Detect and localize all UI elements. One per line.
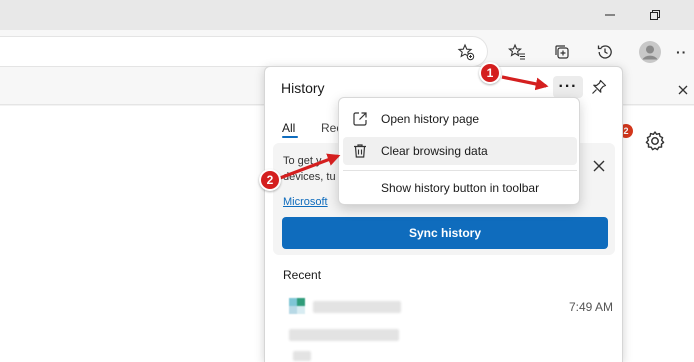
favicon (289, 298, 305, 314)
gear-icon[interactable] (643, 129, 667, 153)
pin-button[interactable] (587, 76, 611, 98)
address-bar[interactable] (0, 36, 488, 67)
menu-item-show-history-button[interactable]: Show history button in toolbar (343, 174, 577, 202)
more-horizontal-icon: ··· (558, 78, 578, 95)
favorites-list-icon (508, 43, 525, 60)
history-more-menu: Open history page Clear browsing data Sh… (338, 97, 580, 205)
history-entry[interactable]: 7:49 AM (277, 293, 613, 321)
close-icon[interactable] (591, 158, 607, 174)
sync-history-button[interactable]: Sync history (282, 217, 608, 249)
minimize-icon (605, 14, 615, 16)
sync-description-line1: To get y (283, 155, 322, 167)
avatar-icon (639, 41, 661, 63)
window-title-bar (0, 0, 694, 30)
minimize-button[interactable] (596, 4, 624, 26)
menu-item-open-history-page[interactable]: Open history page (343, 105, 577, 133)
menu-item-label: Clear browsing data (381, 144, 488, 158)
pin-icon (592, 79, 607, 94)
add-favorite-button[interactable] (452, 38, 480, 66)
collections-button[interactable] (548, 38, 576, 66)
annotation-step-2: 2 (259, 169, 281, 191)
open-external-icon (353, 112, 367, 126)
favorites-button[interactable] (503, 38, 531, 66)
menu-item-label: Open history page (381, 112, 480, 126)
history-clock-icon (597, 45, 612, 59)
close-icon[interactable] (676, 83, 690, 97)
blurred-entry-title (313, 301, 401, 313)
menu-divider (343, 170, 577, 171)
menu-item-clear-browsing-data[interactable]: Clear browsing data (343, 137, 577, 165)
tab-active-indicator (282, 136, 298, 138)
sync-description-line2: devices, tu (283, 171, 336, 183)
privacy-statement-link[interactable]: Microsoft (283, 196, 328, 208)
trash-icon (354, 144, 366, 158)
history-button[interactable] (591, 38, 619, 66)
profile-button[interactable] (636, 38, 664, 66)
recent-section-header: Recent (283, 268, 322, 282)
blurred-entry-subtitle (289, 329, 399, 341)
history-panel-title: History (281, 80, 325, 96)
entry-time: 7:49 AM (568, 300, 613, 314)
collections-icon (555, 45, 569, 59)
restore-icon (650, 10, 660, 20)
settings-more-button[interactable]: ·· (676, 38, 694, 66)
annotation-step-1: 1 (479, 62, 501, 84)
more-options-button[interactable]: ··· (553, 76, 583, 98)
blurred-entry-partial (293, 351, 311, 361)
restore-button[interactable] (641, 4, 669, 26)
more-dots-icon: ·· (676, 44, 688, 60)
menu-item-label: Show history button in toolbar (381, 181, 540, 195)
star-add-icon (457, 43, 475, 61)
tab-all[interactable]: All (282, 121, 295, 135)
